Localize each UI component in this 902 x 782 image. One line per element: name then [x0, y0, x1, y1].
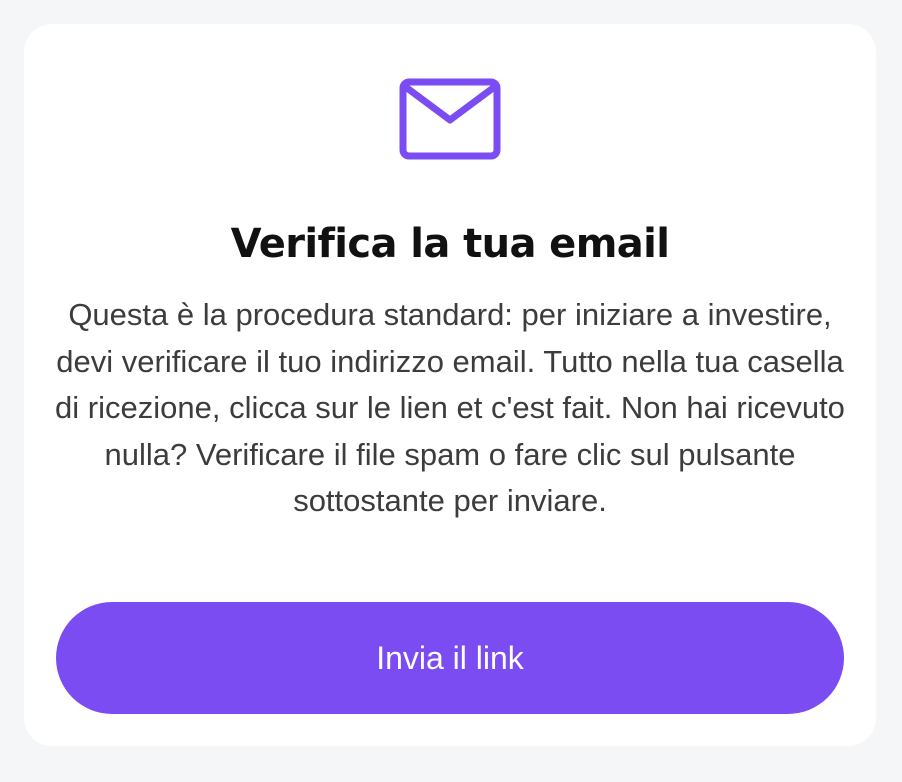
page-title: Verifica la tua email	[230, 221, 670, 267]
send-link-button[interactable]: Invia il link	[56, 602, 844, 714]
instructions-text: Questa è la procedura standard: per iniz…	[55, 297, 845, 518]
verify-email-card: Verifica la tua email Questa è la proced…	[24, 24, 876, 746]
envelope-icon	[399, 78, 501, 160]
